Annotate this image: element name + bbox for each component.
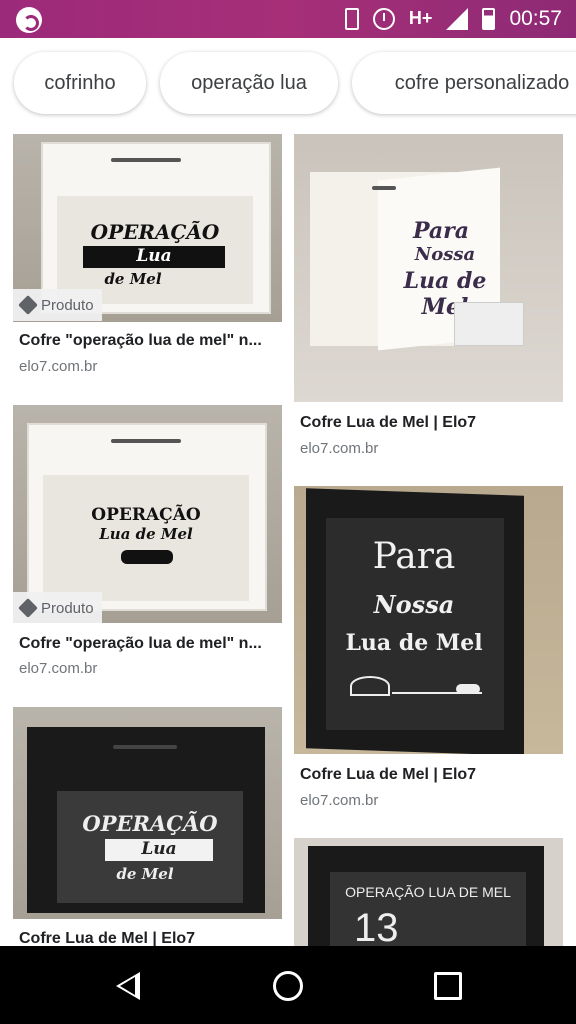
battery-icon — [482, 8, 496, 30]
result-source: elo7.com.br — [19, 358, 98, 375]
clock: 00:57 — [509, 7, 562, 30]
alarm-icon — [372, 8, 395, 30]
result-card[interactable]: Para Nossa Lua de Mel Cofre Lua de Mel |… — [294, 134, 563, 464]
art-line-2: Lua — [141, 839, 177, 859]
art-line-3: Lua de — [403, 268, 487, 294]
result-card[interactable]: OPERAÇÃO LUA DE MEL 13 — [294, 838, 563, 946]
art-line-1: OPERAÇÃO — [91, 505, 201, 525]
back-icon[interactable] — [116, 972, 140, 1000]
art-line-2: Lua de Mel — [99, 525, 193, 543]
chip-cofrinho[interactable]: cofrinho — [14, 52, 146, 114]
result-image[interactable]: OPERAÇÃO LUA DE MEL 13 — [294, 838, 563, 946]
art-line-1: OPERAÇÃO — [90, 220, 220, 244]
coin-slot — [111, 158, 181, 162]
chip-cofre-personalizado[interactable]: cofre personalizado — [352, 52, 576, 114]
recent-apps-icon[interactable] — [434, 972, 462, 1000]
tag-icon — [18, 598, 38, 618]
product-badge: Produto — [13, 289, 102, 321]
firefox-notification-icon — [16, 7, 42, 33]
chip-operacao-lua[interactable]: operação lua — [160, 52, 338, 114]
result-image[interactable]: Para Nossa Lua de Mel — [294, 134, 563, 402]
coin-slot — [113, 745, 177, 749]
result-source: elo7.com.br — [300, 440, 379, 457]
result-card[interactable]: OPERAÇÃO Lua de Mel Produto Cofre "opera… — [13, 134, 282, 384]
status-icons: H+ 00:57 — [344, 0, 562, 38]
home-icon[interactable] — [273, 971, 303, 1001]
result-card[interactable]: Para Nossa Lua de Mel Cofre Lua de Mel |… — [294, 486, 563, 816]
result-source: elo7.com.br — [300, 792, 379, 809]
tag-icon — [18, 295, 38, 315]
result-title[interactable]: Cofre Lua de Mel | Elo7 — [300, 414, 562, 432]
navigation-bar — [0, 946, 576, 1024]
art-line-2: Lua — [136, 246, 172, 266]
network-type: H+ — [408, 8, 433, 28]
art-line-2: 13 — [354, 906, 399, 946]
related-search-chips: cofrinho operação lua cofre personalizad… — [0, 48, 576, 120]
coin-slot — [111, 439, 181, 443]
airplane-icon — [121, 550, 173, 564]
vibrate-icon — [344, 8, 359, 30]
result-title[interactable]: Cofre Lua de Mel | Elo7 — [300, 766, 562, 784]
signal-icon — [446, 8, 469, 30]
art-line-1: OPERAÇÃO — [82, 811, 218, 836]
art-line-1: OPERAÇÃO LUA DE MEL — [345, 884, 511, 900]
art-line-2: Nossa — [414, 244, 476, 265]
art-line-1: Para — [412, 218, 470, 244]
result-title[interactable]: Cofre Lua de Mel | Elo7 — [19, 930, 281, 946]
status-bar: H+ 00:57 — [0, 0, 576, 38]
art-line-3: Lua de Mel — [345, 630, 483, 656]
result-image[interactable]: OPERAÇÃO Lua de Mel Produto — [13, 405, 282, 623]
result-card[interactable]: OPERAÇÃO Lua de Mel Produto Cofre "opera… — [13, 405, 282, 685]
card-photo — [454, 302, 524, 346]
coin-slot — [372, 186, 396, 190]
badge-label: Produto — [41, 599, 94, 617]
badge-label: Produto — [41, 296, 94, 314]
art-line-3: de Mel — [104, 270, 162, 288]
result-image[interactable]: Para Nossa Lua de Mel — [294, 486, 563, 754]
art-line-1: Para — [372, 536, 456, 577]
art-line-2: Nossa — [373, 590, 455, 619]
result-source: elo7.com.br — [19, 660, 98, 677]
result-title[interactable]: Cofre "operação lua de mel" n... — [19, 332, 281, 350]
product-badge: Produto — [13, 592, 102, 623]
result-title[interactable]: Cofre "operação lua de mel" n... — [19, 635, 281, 653]
result-card[interactable]: OPERAÇÃO Lua de Mel Cofre Lua de Mel | E… — [13, 707, 282, 946]
airplane-icon — [456, 684, 480, 694]
result-image[interactable]: OPERAÇÃO Lua de Mel Produto — [13, 134, 282, 322]
result-image[interactable]: OPERAÇÃO Lua de Mel — [13, 707, 282, 919]
heart-icon — [350, 676, 390, 696]
art-line-3: de Mel — [116, 865, 174, 883]
